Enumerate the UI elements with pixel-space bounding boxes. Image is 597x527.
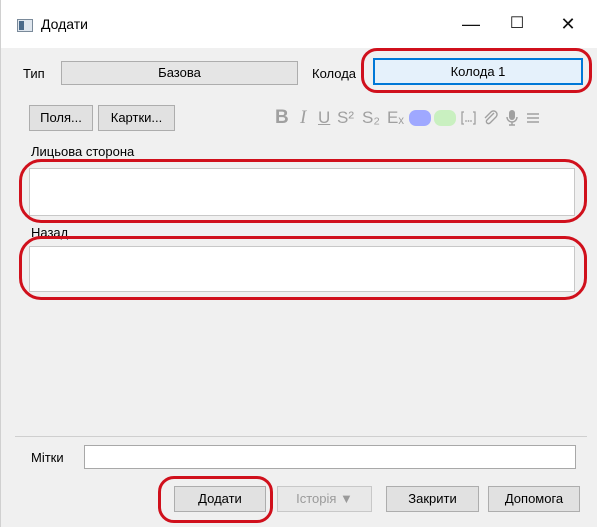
- fields-button[interactable]: Поля...: [29, 105, 93, 131]
- underline-button[interactable]: U: [318, 106, 330, 130]
- help-button[interactable]: Допомога: [488, 486, 580, 512]
- field-label-front: Лицьова сторона: [31, 144, 135, 159]
- deck-selector[interactable]: Колода 1: [373, 58, 583, 85]
- close-window-button[interactable]: ✕: [545, 8, 591, 40]
- window-title: Додати: [41, 16, 88, 32]
- bold-button[interactable]: B: [275, 106, 289, 130]
- more-menu-icon[interactable]: [525, 110, 541, 126]
- minimize-button[interactable]: —: [448, 8, 494, 40]
- cloze-icon[interactable]: [460, 110, 477, 126]
- cards-button[interactable]: Картки...: [98, 105, 175, 131]
- note-type-selector[interactable]: Базова: [61, 61, 298, 85]
- tags-label: Мітки: [31, 450, 64, 465]
- tags-divider: [15, 436, 587, 437]
- attachment-icon[interactable]: [482, 109, 499, 127]
- title-bar: Додати — ☐ ✕: [1, 0, 597, 48]
- maximize-button[interactable]: ☐: [494, 8, 540, 40]
- app-icon: [17, 19, 33, 32]
- subscript-button[interactable]: S₂: [362, 106, 380, 130]
- tags-input[interactable]: [84, 445, 576, 469]
- italic-button[interactable]: I: [300, 106, 306, 130]
- text-color-button[interactable]: [409, 110, 431, 126]
- deck-label: Колода: [312, 66, 357, 81]
- highlight-color-button[interactable]: [434, 110, 456, 126]
- add-button[interactable]: Додати: [174, 486, 266, 512]
- microphone-icon[interactable]: [504, 109, 520, 127]
- field-label-back: Назад: [31, 225, 69, 240]
- superscript-button[interactable]: S²: [337, 106, 354, 130]
- clear-formatting-button[interactable]: Eₓ: [387, 106, 404, 130]
- front-field-editor[interactable]: [29, 168, 575, 216]
- history-button: Історія ▼: [277, 486, 372, 512]
- back-field-editor[interactable]: [29, 246, 575, 292]
- close-button[interactable]: Закрити: [386, 486, 479, 512]
- add-note-dialog: Додати — ☐ ✕ Тип Базова Колода Колода 1 …: [0, 0, 597, 527]
- note-type-label: Тип: [23, 66, 45, 81]
